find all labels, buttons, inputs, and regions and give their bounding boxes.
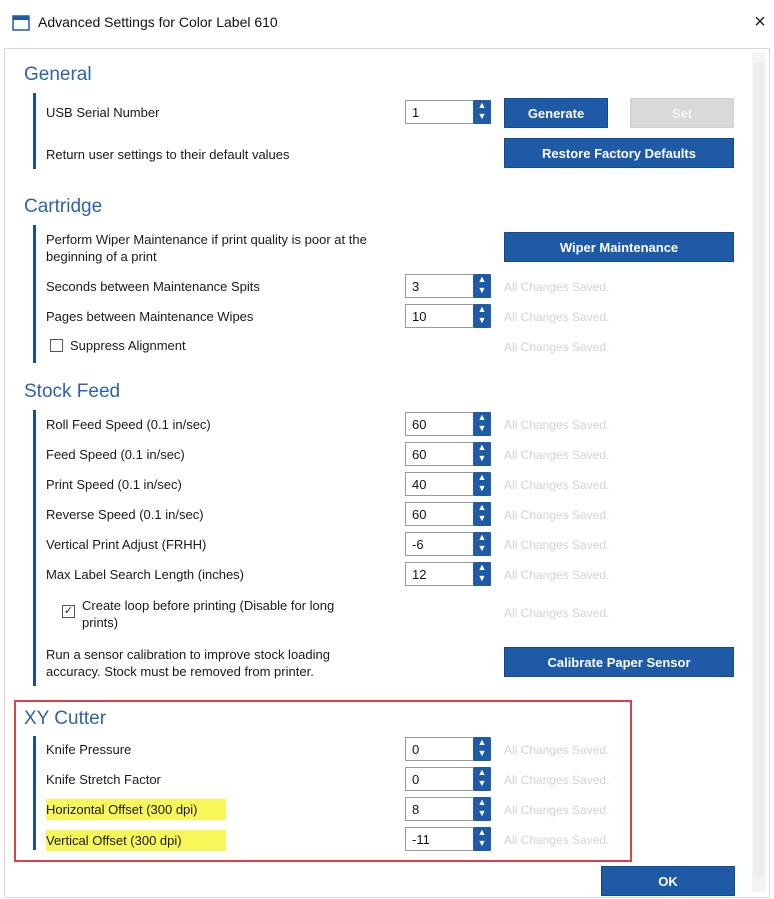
section-title-xy-cutter: XY Cutter: [24, 708, 107, 729]
usb-serial-label: USB Serial Number: [46, 105, 160, 120]
saved-status: All Changes Saved.: [504, 773, 610, 787]
wiper-description: Perform Wiper Maintenance if print quali…: [46, 232, 367, 264]
print-speed-label: Print Speed (0.1 in/sec): [46, 477, 182, 492]
spin-arrows-icon[interactable]: ▲ ▼: [473, 562, 491, 586]
section-title-stock-feed: Stock Feed: [24, 381, 121, 402]
section-title-cartridge: Cartridge: [24, 196, 103, 217]
spin-arrows-icon[interactable]: ▲ ▼: [473, 442, 491, 466]
title-bar: Advanced Settings for Color Label 610 ×: [0, 0, 774, 46]
knife-pressure-input[interactable]: 0 ▲ ▼: [405, 737, 491, 761]
saved-status: All Changes Saved.: [504, 568, 610, 582]
maintenance-spits-label: Seconds between Maintenance Spits: [46, 279, 260, 294]
spin-value: 0: [412, 742, 420, 757]
saved-status: All Changes Saved.: [504, 833, 610, 847]
spin-value: 0: [412, 772, 420, 787]
vertical-scrollbar[interactable]: [752, 52, 766, 892]
section-bar: [33, 93, 36, 169]
spin-arrows-icon[interactable]: ▲ ▼: [473, 304, 491, 328]
saved-status: All Changes Saved.: [504, 803, 610, 817]
spin-value: 40: [412, 477, 427, 492]
window-title: Advanced Settings for Color Label 610: [38, 14, 278, 30]
window-icon: [12, 15, 30, 31]
wiper-maintenance-button[interactable]: Wiper Maintenance: [504, 232, 734, 262]
knife-stretch-factor-label: Knife Stretch Factor: [46, 772, 161, 787]
reverse-speed-input[interactable]: 60 ▲ ▼: [405, 502, 491, 526]
saved-status: All Changes Saved.: [504, 508, 610, 522]
close-icon[interactable]: ×: [748, 8, 772, 36]
reverse-speed-label: Reverse Speed (0.1 in/sec): [46, 507, 204, 522]
spin-arrows-icon[interactable]: ▲ ▼: [473, 274, 491, 298]
roll-feed-speed-input[interactable]: 60 ▲ ▼: [405, 412, 491, 436]
calibrate-description: Run a sensor calibration to improve stoc…: [46, 647, 330, 679]
spin-arrows-icon[interactable]: ▲ ▼: [473, 827, 491, 851]
spin-arrows-icon[interactable]: ▲ ▼: [473, 502, 491, 526]
maintenance-wipes-label: Pages between Maintenance Wipes: [46, 309, 254, 324]
spin-value: 1: [412, 105, 420, 120]
spin-arrows-icon[interactable]: ▲ ▼: [473, 532, 491, 556]
spin-value: -6: [412, 537, 424, 552]
restore-factory-defaults-button[interactable]: Restore Factory Defaults: [504, 138, 734, 168]
saved-status: All Changes Saved.: [504, 478, 610, 492]
section-bar: [33, 736, 36, 850]
saved-status: All Changes Saved.: [504, 280, 610, 294]
spin-arrows-icon[interactable]: ▲ ▼: [473, 797, 491, 821]
usb-serial-input[interactable]: 1 ▲ ▼: [405, 100, 491, 124]
checkmark-icon: ✓: [63, 605, 74, 617]
saved-status: All Changes Saved.: [504, 606, 610, 620]
spin-arrows-icon[interactable]: ▲ ▼: [473, 767, 491, 791]
feed-speed-label: Feed Speed (0.1 in/sec): [46, 447, 185, 462]
spin-value: 10: [412, 309, 427, 324]
spin-arrows-icon[interactable]: ▲ ▼: [473, 737, 491, 761]
suppress-alignment-checkbox[interactable]: [50, 339, 63, 352]
knife-pressure-label: Knife Pressure: [46, 742, 132, 757]
spin-value: 60: [412, 507, 427, 522]
saved-status: All Changes Saved.: [504, 743, 610, 757]
spin-value: 60: [412, 447, 427, 462]
vertical-print-adjust-label: Vertical Print Adjust (FRHH): [46, 537, 207, 552]
section-bar: [33, 410, 36, 686]
generate-button[interactable]: Generate: [504, 98, 608, 128]
vertical-offset-input[interactable]: -11 ▲ ▼: [405, 827, 491, 851]
ok-button[interactable]: OK: [601, 866, 735, 896]
scrollbar-thumb[interactable]: [754, 62, 764, 877]
print-speed-input[interactable]: 40 ▲ ▼: [405, 472, 491, 496]
section-title-general: General: [24, 64, 92, 85]
saved-status: All Changes Saved.: [504, 418, 610, 432]
create-loop-checkbox[interactable]: ✓: [62, 605, 75, 618]
saved-status: All Changes Saved.: [504, 538, 610, 552]
roll-feed-speed-label: Roll Feed Speed (0.1 in/sec): [46, 417, 211, 432]
saved-status: All Changes Saved.: [504, 310, 610, 324]
spin-arrows-icon[interactable]: ▲ ▼: [473, 412, 491, 436]
spin-value: 60: [412, 417, 427, 432]
set-button[interactable]: Set: [630, 98, 734, 128]
restore-description: Return user settings to their default va…: [46, 147, 290, 162]
horizontal-offset-label: Horizontal Offset (300 dpi): [46, 799, 226, 820]
suppress-alignment-label: Suppress Alignment: [70, 338, 186, 353]
feed-speed-input[interactable]: 60 ▲ ▼: [405, 442, 491, 466]
spin-value: -11: [412, 832, 430, 847]
spin-arrows-icon[interactable]: ▲ ▼: [473, 472, 491, 496]
maintenance-wipes-input[interactable]: 10 ▲ ▼: [405, 304, 491, 328]
spin-value: 8: [412, 802, 420, 817]
calibrate-paper-sensor-button[interactable]: Calibrate Paper Sensor: [504, 647, 734, 677]
create-loop-label: Create loop before printing (Disable for…: [82, 598, 335, 630]
spin-value: 3: [412, 279, 420, 294]
horizontal-offset-input[interactable]: 8 ▲ ▼: [405, 797, 491, 821]
saved-status: All Changes Saved.: [504, 448, 610, 462]
section-bar: [33, 225, 36, 363]
vertical-print-adjust-input[interactable]: -6 ▲ ▼: [405, 532, 491, 556]
max-label-search-input[interactable]: 12 ▲ ▼: [405, 562, 491, 586]
spin-value: 12: [412, 567, 427, 582]
knife-stretch-factor-input[interactable]: 0 ▲ ▼: [405, 767, 491, 791]
saved-status: All Changes Saved.: [504, 340, 610, 354]
spin-arrows-icon[interactable]: ▲ ▼: [473, 100, 491, 124]
vertical-offset-label: Vertical Offset (300 dpi): [46, 830, 226, 851]
maintenance-spits-input[interactable]: 3 ▲ ▼: [405, 274, 491, 298]
max-label-search-label: Max Label Search Length (inches): [46, 567, 245, 582]
